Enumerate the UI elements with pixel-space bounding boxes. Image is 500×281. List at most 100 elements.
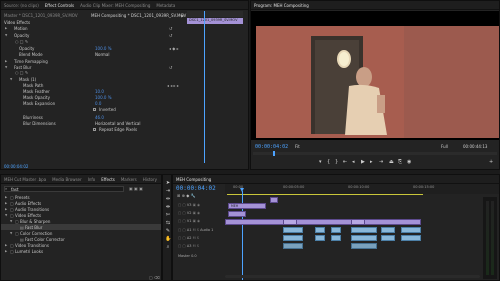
clip-a2-6[interactable]: [401, 235, 421, 241]
clip-a1-4[interactable]: [351, 227, 377, 233]
opacity-value[interactable]: 100.0 %: [95, 46, 112, 51]
mask-shape-icons-2[interactable]: ○ □ ✎: [15, 70, 28, 75]
mark-out-icon[interactable]: {: [327, 159, 330, 165]
repeat-edge-row[interactable]: Repeat Edge Pixels: [1, 126, 248, 132]
reset-icon[interactable]: ↺: [169, 26, 172, 31]
tree-label: Video Effects: [15, 212, 42, 218]
step-back-icon[interactable]: ⇤: [343, 159, 347, 165]
repeat-edge-checkbox[interactable]: [93, 127, 96, 131]
mask-expansion-value[interactable]: 0.0: [95, 101, 101, 106]
clip-v3[interactable]: MEH: [228, 203, 266, 209]
timeline-tabbar: MEH Compositing: [173, 175, 499, 184]
go-to-in-icon[interactable]: }: [335, 159, 338, 165]
effect-controls-timecode[interactable]: 00:00:04:02: [4, 164, 28, 169]
clip-v1-c[interactable]: [351, 219, 365, 225]
sequence-clip-label[interactable]: MEH Compositing * DSC1_1201_0939R_SV.MOV: [91, 13, 186, 18]
tab-media-browser[interactable]: Media Browser: [52, 177, 82, 182]
extract-icon[interactable]: ⎘: [398, 159, 402, 165]
tab-program[interactable]: Program: MEH Compositing: [254, 3, 309, 8]
mini-timeline-ruler[interactable]: [187, 11, 243, 17]
work-area-bar[interactable]: [227, 194, 423, 195]
clip-a2-2[interactable]: [315, 235, 325, 241]
track-a2-header[interactable]: ▢ ▢ A2 M S: [178, 236, 199, 240]
clip-a2-1[interactable]: [283, 235, 303, 241]
step-back-frame-icon[interactable]: ◂: [352, 159, 355, 165]
clip-a2-3[interactable]: [331, 235, 341, 241]
fast-blur-row[interactable]: ▼ Fast Blur ↺: [1, 64, 248, 70]
mask-shape-icons[interactable]: ○ □ ✎: [15, 39, 28, 44]
clip-a2-4[interactable]: [351, 235, 377, 241]
mini-timeline-clip[interactable]: DSC1_1201_0939R_SV.MOV: [187, 18, 243, 24]
track-a1-header[interactable]: ▢ ▢ A1 M S Audio 1: [178, 228, 213, 232]
clip-a1-2[interactable]: [315, 227, 325, 233]
tab-source[interactable]: Source: (no clips): [4, 3, 39, 8]
tab-effects[interactable]: Effects: [101, 177, 115, 182]
accelerated-effects-icon[interactable]: ▣ ▣ ▣: [129, 186, 143, 191]
mask-track-icon[interactable]: ◂ ◂ ▸ ▸: [167, 83, 179, 88]
tab-history[interactable]: History: [143, 177, 157, 182]
source-clip-label: Master * DSC1_1201_0939R_SV.MOV: [4, 13, 78, 18]
clip-a1-5[interactable]: [381, 227, 395, 233]
track-v1-header[interactable]: ▢ ▢ V1 ▣ ◉: [178, 219, 200, 223]
tab-sequence[interactable]: MEH Compositing: [176, 177, 211, 182]
tab-project[interactable]: MEH Cut Master .bpa: [4, 177, 46, 182]
clip-a1-3[interactable]: [331, 227, 341, 233]
mask-feather-value[interactable]: 10.0: [95, 89, 104, 94]
clip-a2-5[interactable]: [381, 235, 395, 241]
track-v2-header[interactable]: ▢ ▢ V2 ▣ ◉: [178, 211, 200, 215]
reset-icon[interactable]: ↺: [169, 33, 172, 38]
track-v3-header[interactable]: ▢ ▢ V3 ▣ ◉: [178, 203, 200, 207]
clip-v2[interactable]: [228, 211, 246, 217]
quality-dropdown[interactable]: Full: [441, 144, 448, 149]
inverted-row[interactable]: Inverted: [1, 106, 248, 112]
effects-search-input[interactable]: fast: [4, 186, 124, 192]
program-scrubber[interactable]: [253, 152, 497, 155]
timeline-tool-icons[interactable]: ⊞ ⊕ ◆ 🔧: [177, 193, 196, 198]
clip-a3-1[interactable]: [283, 243, 303, 249]
keyframe-nav-icon[interactable]: ◂ ◆ ▸: [169, 46, 179, 51]
inverted-checkbox[interactable]: [93, 107, 96, 111]
clip-v1-row[interactable]: [225, 219, 421, 225]
blurriness-value[interactable]: 46.0: [95, 115, 104, 120]
program-playhead[interactable]: [273, 151, 275, 156]
opacity-group-row[interactable]: ▼ Opacity ↺: [1, 32, 248, 38]
motion-row[interactable]: ▶ Motion ↺: [1, 25, 248, 31]
tab-effect-controls[interactable]: Effect Controls: [45, 3, 74, 8]
track-a3-header[interactable]: ▢ ▢ A3 M S: [178, 244, 199, 248]
tree-item-lumetri-looks[interactable]: ▶ ▢ Lumetri Looks: [1, 248, 161, 254]
tab-audio-clip-mixer[interactable]: Audio Clip Mixer: MEH Compositing: [80, 3, 150, 8]
play-only-icon[interactable]: ▶: [181, 13, 184, 18]
master-volume[interactable]: 0.0: [191, 254, 197, 258]
clip-a1-6[interactable]: [401, 227, 421, 233]
blur-dimensions-value[interactable]: Horizontal and Vertical: [95, 121, 140, 126]
add-button-icon[interactable]: +: [489, 159, 493, 165]
tools-icons[interactable]: ➤ ⇥ ⇹ ⇼ ✄ ⇆ ✎ ✋ ⌕: [165, 179, 171, 251]
go-to-out-icon[interactable]: ⇥: [379, 159, 383, 165]
fit-dropdown[interactable]: Fit: [295, 144, 300, 149]
tree-label: Video Transitions: [15, 242, 49, 248]
tools-panel: ➤ ⇥ ⇹ ⇼ ✄ ⇆ ✎ ✋ ⌕: [162, 174, 172, 281]
timeline-horizontal-scrollbar[interactable]: [225, 275, 480, 278]
tab-markers[interactable]: Markers: [121, 177, 137, 182]
clip-v1-b[interactable]: [283, 219, 297, 225]
tab-metadata[interactable]: Metadata: [156, 3, 175, 8]
reset-icon[interactable]: ↺: [169, 65, 172, 70]
play-icon[interactable]: ▶: [361, 159, 365, 165]
lift-icon[interactable]: ⏏: [389, 159, 394, 165]
clip-a1-1[interactable]: [283, 227, 303, 233]
clip-v3-short[interactable]: [270, 197, 278, 203]
tab-info[interactable]: Info: [88, 177, 96, 182]
export-frame-icon[interactable]: ◉: [407, 159, 411, 165]
step-forward-frame-icon[interactable]: ▸: [370, 159, 373, 165]
mark-in-icon[interactable]: ▾: [319, 159, 322, 165]
track-master-header[interactable]: Master 0.0: [178, 254, 197, 258]
clip-a3-2[interactable]: [351, 243, 377, 249]
effect-controls-tabbar: Source: (no clips) Effect Controls Audio…: [1, 1, 248, 10]
new-bin-icon[interactable]: ▢ ⌫: [149, 275, 160, 280]
program-timecode[interactable]: 00:00:04:02: [255, 144, 288, 150]
blend-mode-value[interactable]: Normal: [95, 52, 109, 57]
blend-mode-row[interactable]: Blend Mode Normal: [1, 51, 248, 57]
track-headers: ▢ ▢ V3 ▣ ◉ ▢ ▢ V2 ▣ ◉ ▢ ▢ V1 ▣ ◉ ▢ ▢ A1 …: [176, 203, 224, 273]
timeline-timecode[interactable]: 00:00:04:02: [176, 185, 216, 192]
mask-opacity-value[interactable]: 100.0 %: [95, 95, 112, 100]
